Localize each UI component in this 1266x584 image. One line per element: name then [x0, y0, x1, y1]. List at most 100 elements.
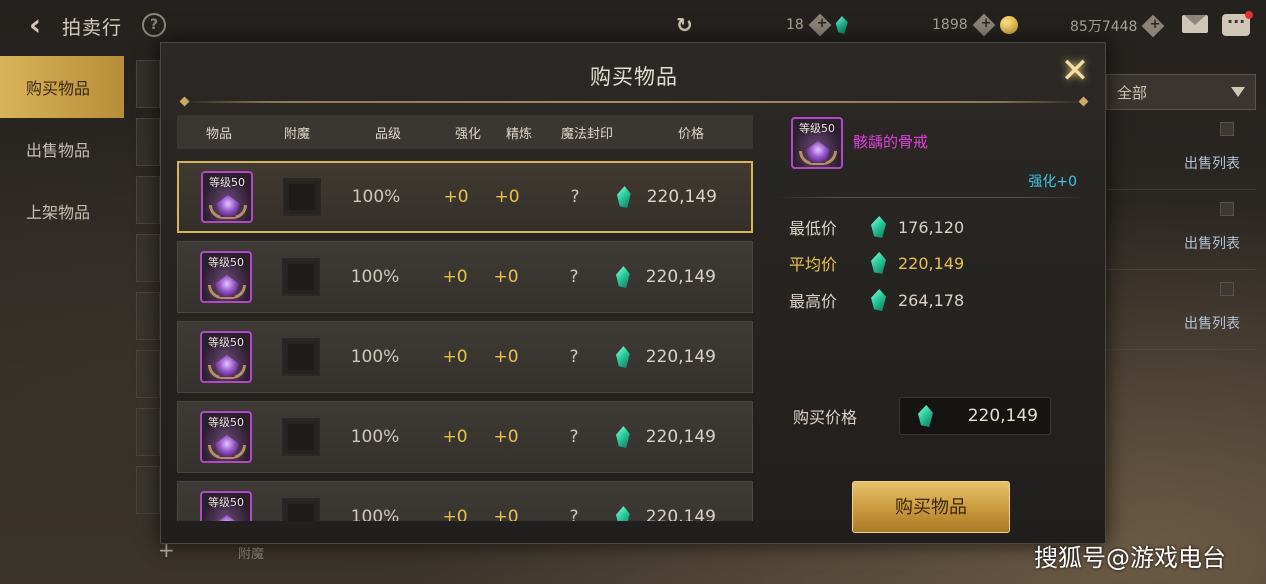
- sidebar-item-buy[interactable]: 购买物品: [0, 56, 124, 118]
- item-level-label: 等级50: [799, 122, 835, 135]
- buy-price-value: 220,149: [967, 406, 1038, 426]
- modal-title: 购买物品: [590, 65, 678, 89]
- app-title: 拍卖行: [62, 17, 123, 39]
- price-value: 220,149: [645, 347, 716, 367]
- table-row[interactable]: 等级50 100% +0 +0 ? 220,149: [177, 161, 753, 233]
- gem-icon: [616, 506, 630, 521]
- sell-list-link[interactable]: 出售列表: [1184, 233, 1240, 253]
- quality-value: 100%: [350, 427, 400, 447]
- refine-value: +0: [493, 347, 519, 367]
- item-enhance-level: 强化+0: [1028, 174, 1077, 190]
- gem-icon: [871, 216, 886, 238]
- title-divider: [181, 101, 1087, 103]
- price-cell: 220,149: [617, 186, 741, 208]
- table-row[interactable]: 等级50 100% +0 +0 ? 220,149: [177, 481, 753, 521]
- max-price-label: 最高价: [789, 292, 838, 311]
- back-arrow-icon[interactable]: ‹: [18, 8, 52, 43]
- help-icon[interactable]: ?: [142, 13, 166, 37]
- avg-price-label: 平均价: [789, 255, 838, 274]
- column-header-price: 价格: [677, 126, 704, 142]
- top-bar: ‹ 拍卖行 ? ↻ 18 1898 85万7448: [0, 0, 1266, 48]
- gem-icon: [617, 186, 631, 208]
- add-gems-icon[interactable]: [808, 13, 832, 37]
- table-row[interactable]: 等级50 100% +0 +0 ? 220,149: [177, 241, 753, 313]
- table-row[interactable]: 等级50 100% +0 +0 ? 220,149: [177, 401, 753, 473]
- background-list-cell: [136, 118, 160, 166]
- currency-gems: 18: [786, 13, 848, 37]
- refresh-icon[interactable]: ↻: [676, 13, 693, 37]
- ring-gem-icon: [216, 195, 240, 217]
- sidebar-item-list[interactable]: 上架物品: [0, 180, 128, 242]
- sell-list-link[interactable]: 出售列表: [1184, 153, 1240, 173]
- seal-value: ?: [569, 347, 579, 367]
- quality-value: 100%: [350, 267, 400, 287]
- refine-value: +0: [494, 187, 520, 207]
- checkbox[interactable]: [1220, 202, 1234, 216]
- item-level-label: 等级50: [208, 336, 244, 349]
- currency-gold: 1898: [932, 13, 1018, 37]
- item-icon[interactable]: 等级50: [200, 411, 252, 463]
- mail-icon[interactable]: [1182, 15, 1208, 33]
- enhance-value: +0: [442, 347, 468, 367]
- background-list-cell: [136, 408, 160, 456]
- sell-list-link[interactable]: 出售列表: [1184, 313, 1240, 333]
- checkbox[interactable]: [1220, 282, 1234, 296]
- background-list-cell: [136, 176, 160, 224]
- background-list-cell: [136, 234, 160, 282]
- enchant-slot: [282, 258, 320, 296]
- detail-item-icon: 等级50: [791, 117, 843, 169]
- gem-icon: [871, 289, 886, 311]
- gem-icon: [616, 266, 630, 288]
- currency-gold-amount: 1898: [932, 17, 968, 33]
- enhance-value: +0: [443, 187, 469, 207]
- item-name: 骸龋的骨戒: [853, 133, 929, 151]
- filter-dropdown[interactable]: 全部: [1106, 74, 1256, 110]
- column-header-enchant: 附魔: [283, 126, 310, 142]
- chevron-down-icon: [1231, 87, 1245, 97]
- add-gold-icon[interactable]: [972, 13, 995, 37]
- gem-icon: [616, 346, 630, 368]
- background-sell-row: 出售列表: [1106, 270, 1256, 350]
- avg-price-value: 220,149: [898, 253, 965, 273]
- detail-divider: [775, 197, 1087, 198]
- buy-price-label: 购买价格: [793, 408, 858, 427]
- column-header-quality: 品级: [374, 126, 401, 142]
- seal-value: ?: [569, 267, 579, 287]
- price-value: 220,149: [646, 187, 717, 207]
- background-list-cell: [136, 292, 160, 340]
- column-header-refine: 精炼: [505, 126, 532, 142]
- seal-value: ?: [570, 187, 580, 207]
- refine-value: +0: [493, 507, 519, 521]
- listing-table[interactable]: 等级50 100% +0 +0 ? 220,149 等级50 100% +0 +…: [177, 161, 753, 521]
- ring-gem-icon: [215, 275, 239, 297]
- column-header-enhance: 强化: [454, 126, 481, 142]
- background-enchant-label: 附魔: [238, 547, 265, 562]
- item-icon[interactable]: 等级50: [200, 331, 252, 383]
- max-price-value: 264,178: [898, 290, 965, 310]
- sidebar-item-sell[interactable]: 出售物品: [0, 118, 128, 180]
- price-cell: 220,149: [616, 346, 740, 368]
- close-icon[interactable]: ✕: [1057, 53, 1093, 89]
- table-row[interactable]: 等级50 100% +0 +0 ? 220,149: [177, 321, 753, 393]
- refine-value: +0: [493, 267, 519, 287]
- add-silver-icon[interactable]: [1142, 14, 1165, 38]
- enchant-slot: [282, 338, 320, 376]
- price-value: 220,149: [645, 427, 716, 447]
- item-icon[interactable]: 等级50: [200, 491, 252, 521]
- notification-dot: [1245, 11, 1253, 19]
- enhance-value: +0: [442, 267, 468, 287]
- gem-icon: [835, 16, 848, 34]
- background-sell-row: 出售列表: [1106, 110, 1256, 190]
- price-value: 220,149: [645, 507, 716, 521]
- sidebar-item-label: 上架物品: [26, 203, 91, 222]
- checkbox[interactable]: [1220, 122, 1234, 136]
- buy-price-field: 220,149: [899, 397, 1051, 435]
- avg-price-stat: 平均价 220,149: [789, 251, 964, 275]
- buy-price-row: 购买价格 220,149: [793, 397, 1051, 435]
- item-icon[interactable]: 等级50: [200, 251, 252, 303]
- column-header-item: 物品: [205, 126, 232, 142]
- ring-gem-icon: [215, 435, 239, 457]
- item-detail-panel: 等级50 骸龋的骨戒 强化+0 最低价 176,120 平均价 220,149 …: [775, 115, 1095, 535]
- item-icon[interactable]: 等级50: [201, 171, 253, 223]
- buy-item-button[interactable]: 购买物品: [852, 481, 1010, 533]
